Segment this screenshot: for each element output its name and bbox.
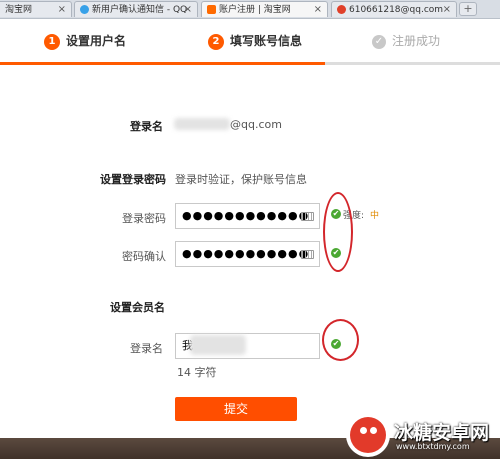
taobao-favicon-icon	[207, 5, 216, 14]
step-set-username: 1 设置用户名	[44, 31, 126, 51]
redacted-member-blur	[190, 335, 246, 355]
login-name-value: @qq.com	[230, 118, 282, 131]
password-input[interactable]: ●●●●●●●●●●●●	[175, 203, 320, 229]
tab-title: 账户注册 | 淘宝网	[219, 5, 291, 15]
password-section-hint: 登录时验证，保护账号信息	[175, 173, 307, 186]
confirm-password-input[interactable]: ●●●●●●●●●●●●	[175, 241, 320, 267]
step-label: 注册成功	[392, 34, 441, 48]
browser-tab-strip: 淘宝网 × 新用户确认通知信 - QQ × 账户注册 | 淘宝网 × 61066…	[0, 0, 500, 19]
login-name-label: 登录名	[130, 120, 163, 133]
member-section-title: 设置会员名	[110, 301, 165, 314]
annotation-circle	[323, 192, 353, 272]
tab-taobao[interactable]: 淘宝网 ×	[0, 1, 72, 17]
new-tab-button[interactable]: +	[459, 2, 477, 16]
keyboard-icon[interactable]	[301, 212, 314, 221]
watermark-title: 冰糖安卓网	[394, 422, 490, 444]
annotation-circle	[322, 319, 359, 361]
registration-page: 1 设置用户名 2 填写账号信息 ✓ 注册成功 登录名 @qq.com 设置登录密码 …	[0, 19, 500, 459]
close-tab-icon[interactable]: ×	[443, 2, 451, 17]
step-number-badge: 1	[44, 34, 60, 50]
step-label: 填写账号信息	[230, 34, 303, 48]
tab-qq-mailbox[interactable]: 610661218@qq.com ×	[331, 1, 457, 17]
password-section-title: 设置登录密码	[100, 173, 166, 186]
password-label: 登录密码	[122, 212, 166, 225]
password-strength-value: 中	[370, 211, 380, 221]
close-tab-icon[interactable]: ×	[58, 2, 66, 17]
confirm-password-label: 密码确认	[122, 250, 166, 263]
redacted-email-blur	[174, 118, 230, 130]
watermark-url: www.btxtdmy.com	[396, 442, 470, 451]
close-tab-icon[interactable]: ×	[184, 2, 192, 17]
tab-title: 610661218@qq.com	[349, 5, 444, 15]
confirm-password-mask: ●●●●●●●●●●●●	[182, 247, 310, 260]
tab-title: 淘宝网	[5, 5, 33, 15]
keyboard-icon[interactable]	[301, 250, 314, 259]
tab-title: 新用户确认通知信 - QQ	[92, 5, 188, 15]
tab-qq-mail-notice[interactable]: 新用户确认通知信 - QQ ×	[74, 1, 198, 17]
submit-button[interactable]: 提交	[175, 397, 297, 421]
sogou-favicon-icon	[337, 5, 346, 14]
watermark-logo-icon	[346, 413, 390, 457]
step-progress-track	[0, 62, 500, 65]
tab-account-register[interactable]: 账户注册 | 淘宝网 ×	[201, 1, 328, 17]
member-char-count: 14 字符	[177, 366, 217, 379]
step-progress-fill	[0, 62, 325, 65]
step-register-success: ✓ 注册成功	[372, 31, 440, 51]
registration-steps: 1 设置用户名 2 填写账号信息 ✓ 注册成功	[0, 19, 500, 65]
step-label: 设置用户名	[66, 34, 127, 48]
check-circle-icon: ✓	[372, 35, 386, 49]
step-fill-account-info: 2 填写账号信息	[208, 31, 302, 51]
member-name-label: 登录名	[130, 342, 163, 355]
close-tab-icon[interactable]: ×	[314, 2, 322, 17]
step-number-badge: 2	[208, 34, 224, 50]
qq-favicon-icon	[80, 5, 89, 14]
password-mask: ●●●●●●●●●●●●	[182, 209, 310, 222]
